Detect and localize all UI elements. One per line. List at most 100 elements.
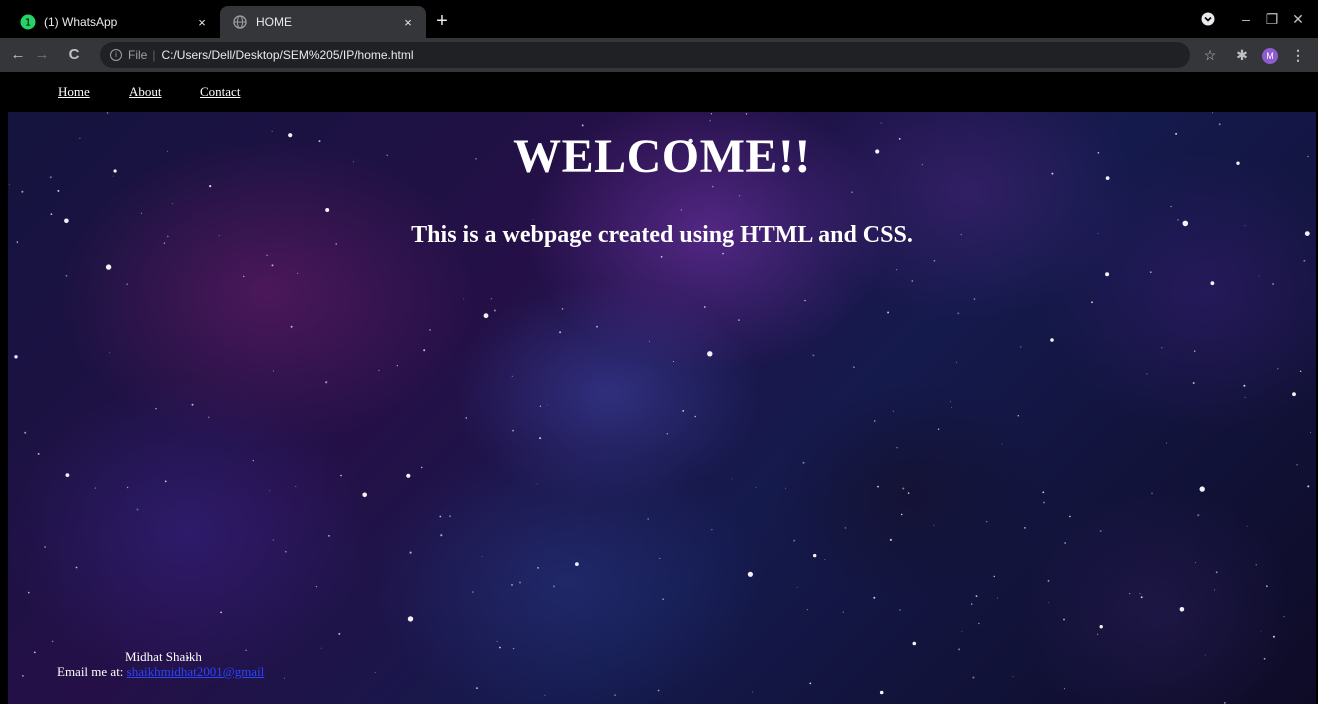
star (1017, 414, 1020, 417)
tab-home[interactable]: HOME × (220, 6, 426, 38)
star (1210, 281, 1215, 286)
star (659, 558, 661, 559)
star (325, 208, 330, 212)
star (581, 124, 584, 127)
star (537, 567, 539, 569)
star (1199, 486, 1205, 492)
address-url[interactable]: C:/Users/Dell/Desktop/SEM%205/IP/home.ht… (161, 48, 413, 62)
star (440, 534, 443, 537)
star (785, 487, 786, 489)
star (407, 616, 414, 622)
maximize-button[interactable]: ❐ (1260, 8, 1284, 30)
star (739, 195, 741, 197)
star (1204, 654, 1206, 656)
star (666, 433, 668, 435)
star (65, 274, 68, 277)
star (476, 687, 478, 689)
star (409, 551, 412, 554)
star (272, 370, 274, 372)
page-title: WELCOME!! (513, 130, 811, 183)
star (755, 487, 757, 489)
star (512, 429, 514, 432)
tab-search-icon[interactable] (1196, 8, 1220, 30)
globe-icon (232, 14, 248, 30)
star (242, 275, 245, 278)
star (429, 329, 431, 331)
star (481, 556, 483, 557)
star (806, 609, 809, 611)
star (1012, 676, 1014, 678)
star (50, 213, 53, 216)
info-icon[interactable]: i (110, 49, 122, 61)
star (709, 119, 711, 122)
star (396, 365, 398, 367)
star (842, 611, 844, 613)
address-bar[interactable]: i File | C:/Users/Dell/Desktop/SEM%205/I… (100, 42, 1190, 68)
star (802, 461, 805, 464)
star (266, 254, 268, 256)
star (972, 676, 975, 679)
star (420, 466, 423, 469)
star (338, 632, 341, 635)
star (220, 611, 223, 614)
star (1244, 396, 1246, 398)
close-window-button[interactable]: ✕ (1286, 8, 1310, 30)
star (851, 191, 853, 193)
star (647, 518, 649, 520)
star (1069, 515, 1071, 518)
star (1299, 370, 1302, 372)
star (141, 212, 143, 214)
star (892, 410, 895, 412)
star (1272, 635, 1275, 638)
star (1161, 347, 1163, 349)
star (561, 308, 564, 310)
forward-icon[interactable]: → (30, 43, 54, 67)
new-tab-button[interactable]: + (430, 10, 454, 34)
star (804, 299, 806, 302)
star (912, 641, 917, 646)
close-tab-icon[interactable]: × (192, 15, 212, 30)
star (1099, 530, 1102, 532)
nav-link-home[interactable]: Home (58, 84, 90, 100)
menu-icon[interactable]: ⋮ (1286, 43, 1310, 67)
star (809, 682, 812, 685)
star (1243, 384, 1246, 387)
star (315, 586, 317, 588)
star (660, 256, 663, 258)
whatsapp-icon: 1 (20, 14, 36, 30)
star (544, 694, 546, 696)
star (14, 355, 18, 359)
reload-icon[interactable]: C (62, 43, 86, 67)
star (1042, 501, 1045, 504)
star (105, 264, 112, 270)
star (747, 571, 754, 577)
browser-window-chrome: 1 (1) WhatsApp × HOME × + – ❐ ✕ ← → C i … (0, 0, 1318, 72)
back-icon[interactable]: ← (6, 43, 30, 67)
star (996, 597, 998, 599)
star (575, 562, 579, 566)
star (1146, 373, 1148, 375)
star (1194, 562, 1196, 564)
star (680, 209, 683, 211)
star (1283, 616, 1285, 618)
star (1215, 571, 1218, 574)
email-link[interactable]: shaikhmidhat2001@gmail (127, 664, 265, 679)
star (1266, 585, 1268, 588)
star (614, 694, 616, 696)
bookmark-star-icon[interactable]: ☆ (1198, 43, 1222, 67)
extensions-icon[interactable]: ✱ (1230, 43, 1254, 67)
star (109, 352, 111, 354)
star (1140, 596, 1143, 599)
minimize-button[interactable]: – (1234, 8, 1258, 30)
star (844, 527, 847, 529)
profile-avatar[interactable]: M (1262, 48, 1278, 64)
close-tab-icon[interactable]: × (398, 15, 418, 30)
tab-whatsapp[interactable]: 1 (1) WhatsApp × (8, 6, 220, 38)
star (880, 122, 882, 124)
star (269, 490, 271, 492)
star (463, 298, 465, 300)
star (937, 428, 940, 430)
nav-link-about[interactable]: About (129, 84, 162, 100)
star (899, 609, 901, 611)
nav-link-contact[interactable]: Contact (200, 84, 240, 100)
